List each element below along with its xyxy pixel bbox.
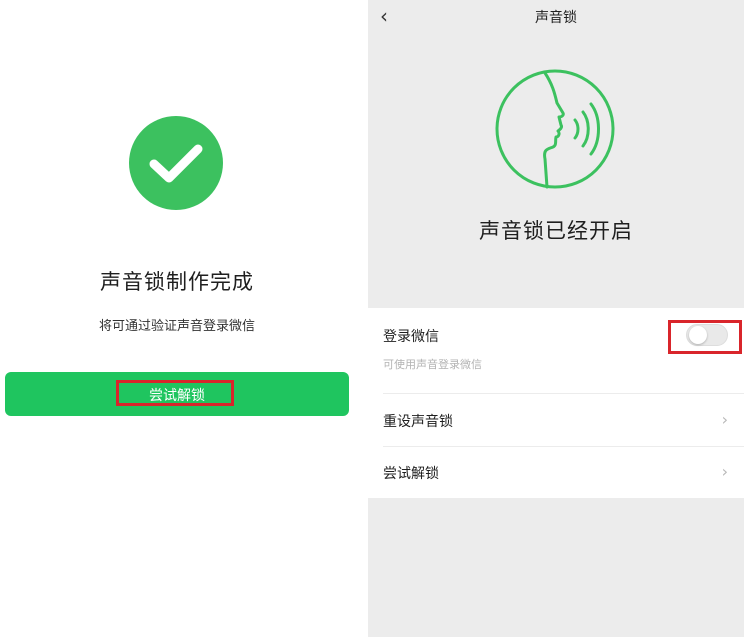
highlight-box — [668, 320, 742, 354]
settings-list: 登录微信 可使用声音登录微信 重设声音锁 › 尝试解锁 › — [368, 308, 744, 498]
highlight-box — [116, 380, 234, 406]
voice-lock-created-screen: 声音锁制作完成 将可通过验证声音登录微信 尝试解锁 — [0, 0, 364, 637]
completion-subtitle: 将可通过验证声音登录微信 — [98, 319, 255, 334]
login-wechat-row: 登录微信 可使用声音登录微信 — [368, 308, 744, 393]
divider — [383, 393, 744, 394]
page-title: 声音锁 — [535, 10, 577, 26]
try-unlock-row[interactable]: 尝试解锁 › — [368, 448, 744, 498]
voice-lock-settings-screen: ‹ 声音锁 声音锁已经开启 登录微信 可使用声音登录微信 重设声音锁 › 尝试解… — [368, 0, 744, 637]
try-unlock-label: 尝试解锁 — [383, 466, 439, 482]
lock-enabled-status: 声音锁已经开启 — [479, 219, 633, 243]
checkmark-icon — [129, 116, 223, 210]
voice-face-icon — [495, 69, 615, 189]
login-wechat-description: 可使用声音登录微信 — [383, 358, 482, 371]
chevron-right-icon: › — [721, 462, 728, 481]
divider — [383, 446, 744, 447]
login-wechat-label: 登录微信 — [383, 329, 439, 345]
completion-title: 声音锁制作完成 — [100, 270, 254, 294]
chevron-right-icon: › — [721, 410, 728, 429]
reset-voice-lock-row[interactable]: 重设声音锁 › — [368, 396, 744, 446]
reset-voice-lock-label: 重设声音锁 — [383, 414, 453, 430]
